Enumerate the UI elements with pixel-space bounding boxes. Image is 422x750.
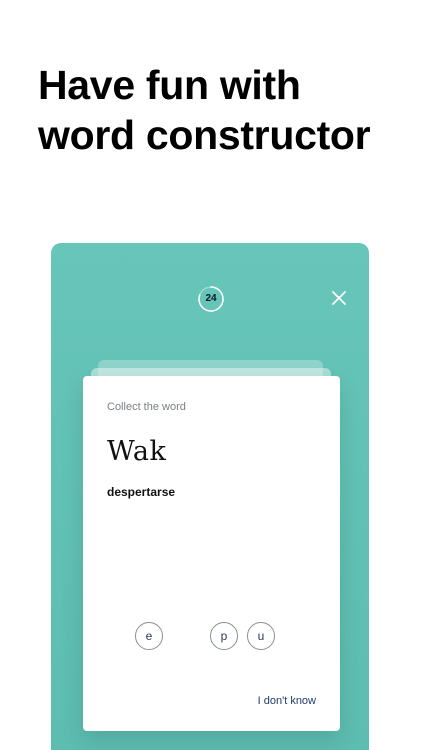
screen: Have fun with word constructor 24 Collec… xyxy=(0,0,422,750)
headline-line-1: Have fun with xyxy=(38,62,301,108)
letter-tile-u[interactable]: u xyxy=(247,622,275,650)
letter-tile-p[interactable]: p xyxy=(210,622,238,650)
letter-tile-e[interactable]: e xyxy=(135,622,163,650)
headline: Have fun with word constructor xyxy=(38,60,408,160)
countdown-timer: 24 xyxy=(196,284,226,314)
constructed-word: Wak xyxy=(107,436,167,467)
close-icon[interactable] xyxy=(328,287,350,309)
word-card: Collect the word Wak despertarse e p u I… xyxy=(83,376,340,731)
timer-value: 24 xyxy=(205,293,217,304)
headline-line-2: word constructor xyxy=(38,112,371,158)
word-translation: despertarse xyxy=(107,485,176,499)
card-prompt: Collect the word xyxy=(107,401,186,413)
close-button[interactable] xyxy=(328,287,350,309)
dont-know-button[interactable]: I don't know xyxy=(258,695,316,707)
